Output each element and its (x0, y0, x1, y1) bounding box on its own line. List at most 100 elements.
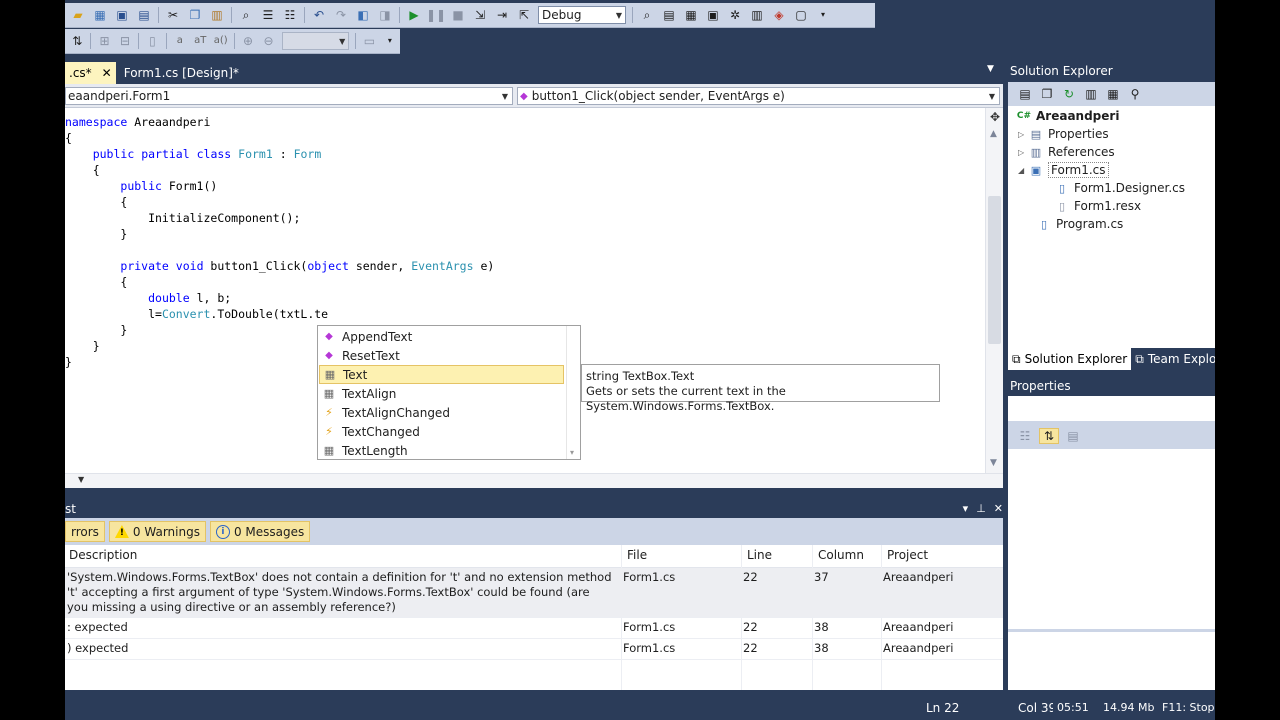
properties-icon[interactable]: ▤ (1017, 86, 1033, 102)
solution-explorer-icon[interactable]: ✲ (727, 7, 743, 23)
paste-icon[interactable]: ▥ (209, 7, 225, 23)
types-combo[interactable]: eaandperi.Form1 ▼ (65, 87, 513, 105)
view-designer-icon[interactable]: ▦ (1105, 86, 1121, 102)
step-into-icon[interactable]: ⇲ (472, 7, 488, 23)
tree-item[interactable]: C# Areaandperi (1016, 107, 1120, 125)
tab-form1-cs[interactable]: .cs* ✕ (65, 62, 116, 84)
alphabetical-icon[interactable]: ⇅ (1039, 427, 1059, 444)
zoom-in-icon[interactable]: ⊕ (241, 33, 255, 49)
uncomment-icon[interactable]: ☷ (282, 7, 298, 23)
undo-icon[interactable]: ↶ (311, 7, 327, 23)
toolbox-icon[interactable]: ▣ (705, 7, 721, 23)
vertical-scrollbar[interactable]: ✥ ▲ ▼ (985, 108, 1003, 473)
error-row[interactable]: : expected Form1.cs 22 38 Areaandperi (65, 618, 1003, 639)
find-icon[interactable]: ⌕ (238, 7, 254, 23)
tree-item[interactable]: ▯ Program.cs (1036, 215, 1123, 233)
completion-item[interactable]: ⚡ TextChanged (319, 422, 564, 441)
tree-item[interactable]: ▯ Form1.Designer.cs (1054, 179, 1185, 197)
members-combo[interactable]: ◆ button1_Click(object sender, EventArgs… (517, 87, 1000, 105)
navigate-forward-icon[interactable]: ◨ (377, 7, 393, 23)
zoom-combo[interactable]: ▼ (281, 32, 350, 50)
column-header-description[interactable]: Description (69, 548, 137, 562)
refresh-icon[interactable]: ↻ (1061, 86, 1077, 102)
split-icon[interactable]: ✥ (988, 110, 1002, 124)
comment-icon[interactable]: ☰ (260, 7, 276, 23)
completion-item[interactable]: ◆ ResetText (319, 346, 564, 365)
scroll-thumb[interactable] (988, 196, 1001, 344)
properties-window-icon[interactable]: ▤ (661, 7, 677, 23)
copy-icon[interactable]: ❐ (187, 7, 203, 23)
scroll-down-icon[interactable]: ▾ (570, 448, 574, 457)
start-debugging-icon[interactable]: ▶ (406, 7, 422, 23)
scroll-down-icon[interactable]: ▼ (990, 458, 997, 468)
completion-scrollbar[interactable]: ▾ (566, 326, 580, 459)
pause-icon[interactable]: ❚❚ (426, 7, 446, 23)
scroll-up-icon[interactable]: ▲ (990, 129, 997, 139)
column-header-project[interactable]: Project (887, 548, 928, 562)
chevron-down-icon[interactable]: ▼ (78, 475, 84, 484)
open-folder-icon[interactable]: ▰ (70, 7, 86, 23)
cut-icon[interactable]: ✂ (165, 7, 181, 23)
outdent-icon[interactable]: ⊟ (118, 33, 132, 49)
extension-manager-icon[interactable]: ◈ (771, 7, 787, 23)
intellisense-completion-list[interactable]: ▾ ◆ AppendText ◆ ResetText ▦ Text ▦ TextAlign ⚡ T… (317, 325, 581, 460)
sort-icon[interactable]: ⇅ (70, 33, 84, 49)
completion-item[interactable]: ▦ TextAlign (319, 384, 564, 403)
object-browser-icon[interactable]: ▦ (683, 7, 699, 23)
tree-item[interactable]: ▯ Form1.resx (1054, 197, 1141, 215)
completion-item[interactable]: ▦ TextLength (319, 441, 564, 460)
font-smaller-icon[interactable]: a (173, 33, 187, 49)
font-larger-icon[interactable]: aT (193, 33, 207, 49)
save-icon[interactable]: ▣ (114, 7, 130, 23)
completion-item[interactable]: ◆ AppendText (319, 327, 564, 346)
column-header-column[interactable]: Column (818, 548, 864, 562)
find-in-files-icon[interactable]: ⌕ (639, 7, 655, 23)
format-icon[interactable]: a() (213, 33, 228, 49)
expander-icon[interactable]: ◢ (1018, 166, 1028, 175)
zoom-out-icon[interactable]: ⊖ (261, 33, 275, 49)
messages-filter-button[interactable]: i 0 Messages (209, 521, 311, 542)
close-icon[interactable]: ✕ (102, 66, 112, 80)
show-all-files-icon[interactable]: ❐ (1039, 86, 1055, 102)
view-code-icon[interactable]: ▥ (1083, 86, 1099, 102)
window-position-icon[interactable]: ▾ (963, 502, 969, 515)
class-diagram-icon[interactable]: ⚲ (1127, 86, 1143, 102)
close-icon[interactable]: ✕ (994, 502, 1003, 515)
column-header-line[interactable]: Line (747, 548, 772, 562)
navigate-back-icon[interactable]: ◧ (355, 7, 371, 23)
step-over-icon[interactable]: ⇥ (494, 7, 510, 23)
step-out-icon[interactable]: ⇱ (516, 7, 532, 23)
tab-form1-design[interactable]: Form1.cs [Design]* (116, 62, 243, 84)
property-pages-icon[interactable]: ▤ (1065, 428, 1081, 444)
stop-icon[interactable]: ■ (450, 7, 466, 23)
horizontal-scrollbar[interactable]: ▼ (65, 473, 1003, 488)
toolbar-overflow-icon[interactable]: ▾ (815, 7, 831, 23)
completion-item[interactable]: ⚡ TextAlignChanged (319, 403, 564, 422)
tab-solution-explorer[interactable]: ⧉ Solution Explorer (1008, 348, 1132, 370)
solution-configuration-combo[interactable]: Debug ▼ (538, 6, 626, 24)
completion-item[interactable]: ▦ Text (319, 365, 564, 384)
expander-icon[interactable]: ▷ (1018, 148, 1028, 157)
layout-icon[interactable]: ▭ (362, 33, 376, 49)
properties-object-combo[interactable] (1008, 396, 1215, 422)
pin-icon[interactable]: ⊥ (976, 502, 986, 515)
save-all-icon[interactable]: ▤ (136, 7, 152, 23)
tree-item[interactable]: ◢ ▣ Form1.cs (1018, 161, 1109, 179)
toolbar-overflow-icon[interactable]: ▾ (383, 33, 397, 49)
categorized-icon[interactable]: ☷ (1017, 428, 1033, 444)
tree-item[interactable]: ▷ ▤ Properties (1018, 125, 1109, 143)
class-view-icon[interactable]: ▥ (749, 7, 765, 23)
indent-icon[interactable]: ⊞ (97, 33, 111, 49)
redo-icon[interactable]: ↷ (333, 7, 349, 23)
bookmark-icon[interactable]: ▯ (145, 33, 159, 49)
tab-team-explorer[interactable]: ⧉ Team Explor (1131, 348, 1215, 370)
error-row[interactable]: ) expected Form1.cs 22 38 Areaandperi (65, 639, 1003, 660)
error-row[interactable]: 'System.Windows.Forms.TextBox' does not … (65, 568, 1003, 618)
add-item-icon[interactable]: ▦ (92, 7, 108, 23)
column-header-file[interactable]: File (627, 548, 647, 562)
errors-filter-button[interactable]: rrors (65, 521, 105, 542)
expander-icon[interactable]: ▷ (1018, 130, 1028, 139)
tree-item[interactable]: ▷ ▥ References (1018, 143, 1115, 161)
start-page-icon[interactable]: ▢ (793, 7, 809, 23)
chevron-down-icon[interactable]: ▼ (987, 64, 994, 74)
